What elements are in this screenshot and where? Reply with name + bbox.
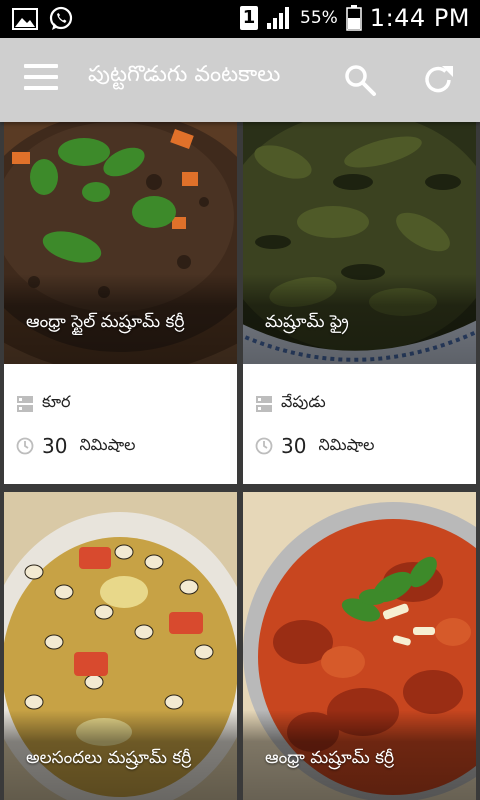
recipe-card[interactable]: ఆంధ్రా మష్రూమ్ కర్రీ	[243, 492, 476, 800]
recipe-category: వేపుడు	[255, 392, 326, 415]
status-bar: 1 55% 1:44 PM	[0, 0, 480, 38]
battery-icon	[346, 5, 362, 31]
time-value: 30	[42, 434, 68, 458]
time-value: 30	[281, 434, 307, 458]
image-icon	[12, 8, 38, 30]
category-label: కూర	[42, 392, 71, 411]
time-unit: నిమిషాల	[79, 434, 136, 454]
signal-icon	[267, 7, 289, 29]
recipe-title: మష్రూమ్ ఫ్రై	[265, 312, 349, 332]
recipe-category: కూర	[16, 392, 71, 415]
recipe-title: ఆంధ్రా మష్రూమ్ కర్రీ	[265, 748, 395, 768]
time-unit: నిమిషాల	[318, 434, 375, 454]
system-status: 1 55% 1:44 PM	[240, 4, 470, 32]
search-icon[interactable]	[342, 62, 378, 98]
notification-icons	[12, 6, 74, 32]
battery-percent: 55%	[300, 8, 338, 28]
recipe-card[interactable]: అలసందలు మష్రూమ్ కర్రీ	[4, 492, 237, 800]
recipe-title: ఆంధ్రా స్టైల్ మష్రూమ్ కర్రీ	[26, 312, 185, 332]
category-icon	[17, 395, 33, 412]
category-label: వేపుడు	[281, 392, 326, 411]
whatsapp-icon	[49, 6, 73, 30]
recipe-title: అలసందలు మష్రూమ్ కర్రీ	[26, 748, 192, 768]
category-icon	[256, 395, 272, 412]
sim-icon: 1	[240, 6, 258, 30]
recipe-card[interactable]: ఆంధ్రా స్టైల్ మష్రూమ్ కర్రీ కూర 30 నిమిష…	[4, 122, 237, 484]
clock-icon	[255, 437, 273, 455]
clock-icon	[16, 437, 34, 455]
recipe-card[interactable]: మష్రూమ్ ఫ్రై వేపుడు 30 నిమిషాల	[243, 122, 476, 484]
recipe-time: 30 నిమిషాల	[16, 434, 135, 458]
refresh-icon[interactable]	[420, 62, 456, 98]
clock: 1:44 PM	[369, 4, 470, 32]
page-title: పుట్టగొడుగు వంటకాలు	[88, 62, 281, 87]
recipe-time: 30 నిమిషాల	[255, 434, 374, 458]
menu-icon[interactable]	[24, 64, 58, 96]
recipe-grid: ఆంధ్రా స్టైల్ మష్రూమ్ కర్రీ కూర 30 నిమిష…	[0, 122, 480, 800]
app-bar: పుట్టగొడుగు వంటకాలు	[0, 38, 480, 122]
